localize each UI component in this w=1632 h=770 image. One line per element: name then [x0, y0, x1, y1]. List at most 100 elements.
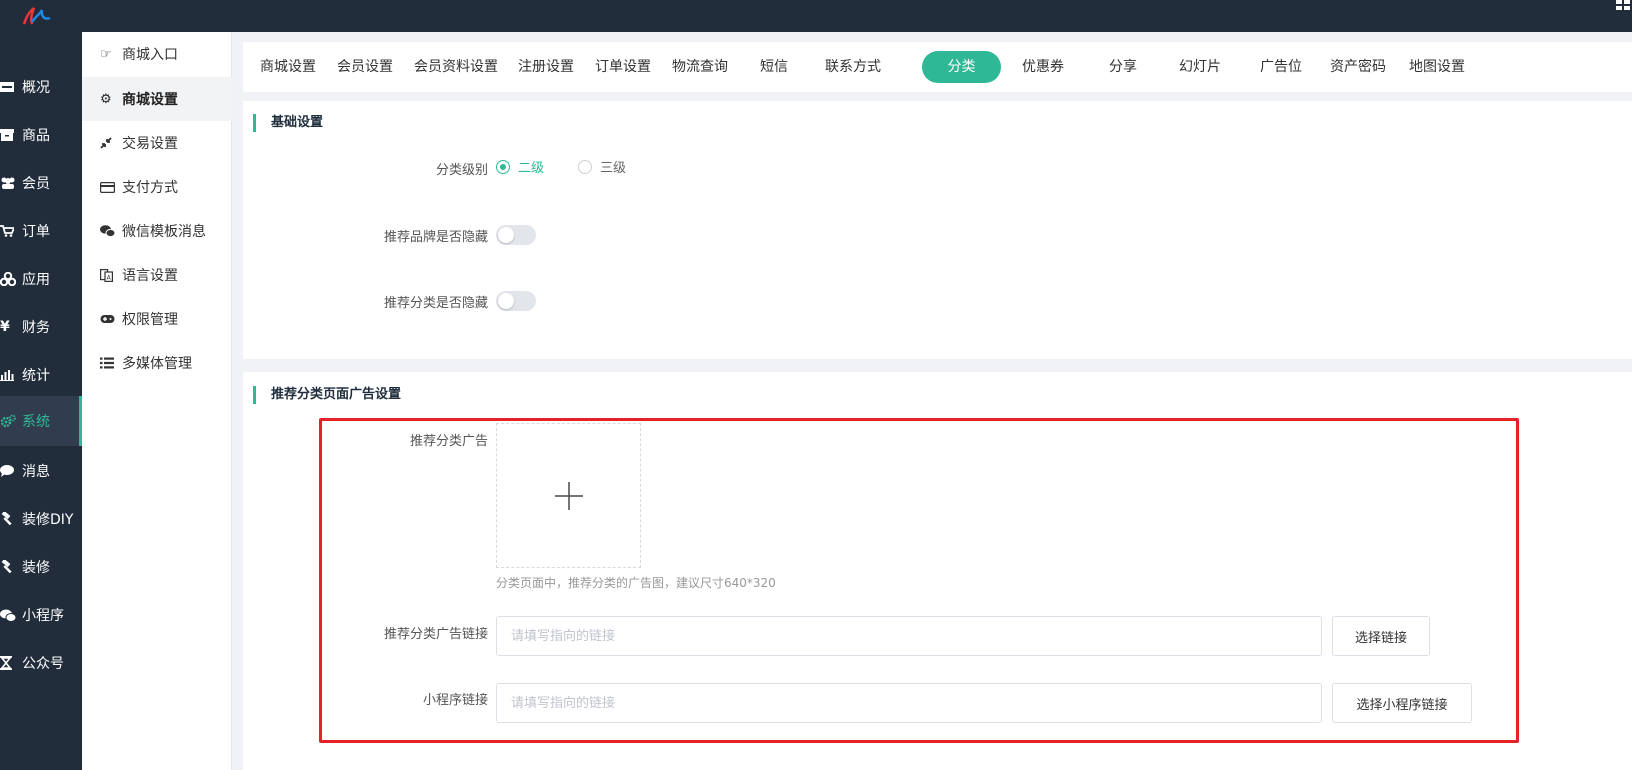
top-bar — [0, 0, 1632, 32]
submenu-item-trade-settings[interactable]: 交易设置 — [82, 121, 232, 165]
tab-member-settings[interactable]: 会员设置 — [335, 51, 395, 83]
nav-item-label: 会员 — [22, 176, 50, 192]
apps-icon — [0, 272, 20, 286]
category-level-label: 分类级别 — [435, 163, 488, 178]
tab-logistics[interactable]: 物流查询 — [670, 51, 730, 83]
chat-icon — [0, 464, 20, 478]
main-sidebar: 概况 商品 会员 订单 应用 ¥ 财务 统计 系统 消息 装修DIY 装修 小程… — [0, 32, 82, 770]
nav-item-members[interactable]: 会员 — [0, 158, 82, 208]
tab-map-settings[interactable]: 地图设置 — [1407, 51, 1467, 83]
tab-sms[interactable]: 短信 — [754, 51, 794, 83]
submenu-item-payment[interactable]: 支付方式 — [82, 165, 232, 209]
logo-icon[interactable] — [20, 6, 52, 28]
tab-order-settings[interactable]: 订单设置 — [593, 51, 653, 83]
tab-register-settings[interactable]: 注册设置 — [516, 51, 576, 83]
submenu-item-permissions[interactable]: 权限管理 — [82, 297, 232, 341]
nav-item-finance[interactable]: ¥ 财务 — [0, 302, 82, 352]
tab-slideshow[interactable]: 幻灯片 — [1175, 51, 1225, 83]
tab-coupon[interactable]: 优惠券 — [1018, 51, 1068, 83]
submenu-item-label: 商城设置 — [122, 92, 178, 108]
nav-item-label: 系统 — [22, 414, 50, 430]
radio-label: 二级 — [518, 161, 545, 176]
nav-item-label: 装修DIY — [22, 512, 74, 528]
grid-icon[interactable] — [1616, 0, 1630, 10]
gears-icon — [0, 414, 20, 428]
cart-icon — [0, 224, 20, 238]
yen-icon: ¥ — [0, 319, 10, 335]
archive-icon — [0, 128, 20, 142]
nav-item-goods[interactable]: 商品 — [0, 110, 82, 160]
submenu-item-language[interactable]: A 语言设置 — [82, 253, 232, 297]
submenu-item-label: 微信模板消息 — [122, 224, 206, 240]
nav-item-messages[interactable]: 消息 — [0, 446, 82, 496]
bar-chart-icon — [0, 368, 20, 382]
category-hidden-switch[interactable] — [496, 291, 536, 311]
tab-ad-slot[interactable]: 广告位 — [1256, 51, 1306, 83]
submenu-item-media[interactable]: 多媒体管理 — [82, 341, 232, 385]
plus-icon — [554, 481, 583, 510]
nav-item-decor-diy[interactable]: 装修DIY — [0, 494, 82, 544]
wechat-icon — [100, 225, 122, 237]
submenu-item-label: 交易设置 — [122, 136, 178, 152]
nav-item-label: 公众号 — [22, 656, 64, 672]
users-icon — [0, 176, 20, 190]
submenu-item-label: 语言设置 — [122, 268, 178, 284]
nav-item-label: 订单 — [22, 224, 50, 240]
select-mini-link-button[interactable]: 选择小程序链接 — [1332, 683, 1472, 723]
credit-card-icon — [100, 181, 122, 193]
hammer-icon — [0, 512, 20, 526]
submenu-item-wechat-template[interactable]: 微信模板消息 — [82, 209, 232, 253]
nav-item-system[interactable]: 系统 — [0, 396, 82, 446]
section-title: 基础设置 — [253, 114, 323, 132]
select-link-button[interactable]: 选择链接 — [1332, 616, 1430, 656]
hammer-icon — [0, 560, 20, 574]
nav-item-official-account[interactable]: 公众号 — [0, 638, 82, 688]
compress-icon — [100, 137, 122, 149]
category-hidden-label: 推荐分类是否隐藏 — [383, 296, 488, 311]
nav-item-miniprogram[interactable]: 小程序 — [0, 590, 82, 640]
nav-item-orders[interactable]: 订单 — [0, 206, 82, 256]
submenu-item-mall-settings[interactable]: ⚙ 商城设置 — [82, 77, 232, 121]
level-radio-two[interactable]: 二级 — [496, 157, 544, 176]
gear-icon: ⚙ — [100, 91, 112, 107]
nav-item-label: 装修 — [22, 560, 50, 576]
submenu-item-mall-entrance[interactable]: ☞ 商城入口 — [82, 32, 232, 76]
nav-item-label: 财务 — [22, 320, 50, 336]
submenu-item-label: 多媒体管理 — [122, 356, 192, 372]
ad-link-label: 推荐分类广告链接 — [383, 627, 488, 642]
hourglass-icon — [0, 656, 20, 670]
ad-image-label: 推荐分类广告 — [409, 434, 488, 449]
tab-category[interactable]: 分类 — [922, 51, 1001, 83]
nav-item-stats[interactable]: 统计 — [0, 350, 82, 400]
hand-point-icon: ☞ — [100, 46, 112, 62]
tab-share[interactable]: 分享 — [1103, 51, 1143, 83]
radio-dot — [578, 159, 592, 174]
submenu-item-label: 支付方式 — [122, 180, 178, 196]
mini-link-input[interactable] — [496, 683, 1322, 723]
language-icon: A — [100, 268, 122, 282]
section-title: 推荐分类页面广告设置 — [253, 386, 401, 404]
wechat-icon — [0, 608, 20, 622]
nav-item-overview[interactable]: 概况 — [0, 62, 82, 112]
nav-item-label: 应用 — [22, 272, 50, 288]
submenu-item-label: 商城入口 — [122, 47, 178, 63]
tab-member-profile-settings[interactable]: 会员资料设置 — [411, 51, 501, 83]
level-radio-three[interactable]: 三级 — [578, 157, 626, 176]
tab-mall-settings[interactable]: 商城设置 — [258, 51, 318, 83]
nav-item-label: 小程序 — [22, 608, 64, 624]
radio-dot — [496, 159, 510, 174]
list-icon — [100, 357, 122, 369]
mini-link-label: 小程序链接 — [422, 693, 488, 708]
tab-asset-password[interactable]: 资产密码 — [1328, 51, 1388, 83]
nav-item-decor[interactable]: 装修 — [0, 542, 82, 592]
nav-item-label: 统计 — [22, 368, 50, 384]
ad-link-input[interactable] — [496, 616, 1322, 656]
ad-image-upload[interactable] — [496, 423, 641, 568]
brand-hidden-switch[interactable] — [496, 225, 536, 245]
tab-contact[interactable]: 联系方式 — [823, 51, 883, 83]
submenu-item-label: 权限管理 — [122, 312, 178, 328]
radio-label: 三级 — [600, 161, 627, 176]
nav-item-apps[interactable]: 应用 — [0, 254, 82, 304]
brand-hidden-label: 推荐品牌是否隐藏 — [383, 230, 488, 245]
nav-item-label: 商品 — [22, 128, 50, 144]
